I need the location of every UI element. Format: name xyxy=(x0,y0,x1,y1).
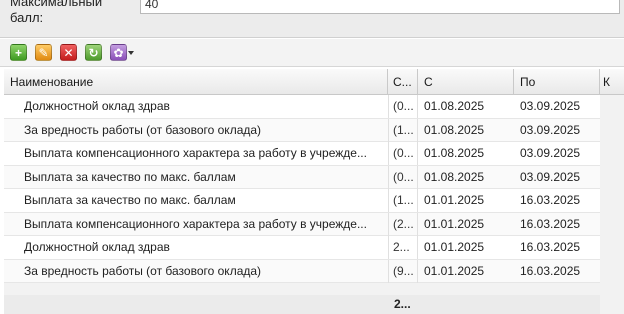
cell-from: 01.01.2025 xyxy=(424,240,485,254)
max-score-input[interactable]: 40 xyxy=(140,0,620,14)
settings-icon: ✿ xyxy=(113,45,124,60)
pager-label[interactable]: 2... xyxy=(394,297,411,311)
column-header-code[interactable]: С... xyxy=(388,69,418,95)
column-header-from[interactable]: С xyxy=(418,69,514,95)
cell-code: (1... xyxy=(388,189,418,212)
grid-rows: Должностной оклад здрав (0... 01.08.2025… xyxy=(4,95,600,283)
table-row[interactable]: За вредность работы (от базового оклада)… xyxy=(4,118,600,142)
cell-to: 03.09.2025 xyxy=(520,122,581,137)
cell-to: 16.03.2025 xyxy=(520,263,581,278)
cell-name: За вредность работы (от базового оклада) xyxy=(24,122,262,137)
table-row[interactable]: Должностной оклад здрав (0... 01.08.2025… xyxy=(4,95,600,119)
table-row[interactable]: Выплата за качество по макс. баллам (1..… xyxy=(4,189,600,213)
edit-button[interactable]: ✎ xyxy=(35,44,52,61)
cell-name: Выплата за качество по макс. баллам xyxy=(24,169,236,184)
grid-side-gutter xyxy=(600,95,624,285)
max-score-label: Максимальный балл: xyxy=(10,0,103,25)
add-button[interactable]: + xyxy=(10,44,27,61)
refresh-icon: ↻ xyxy=(88,45,99,60)
refresh-button[interactable]: ↻ xyxy=(85,44,102,61)
cell-from: 01.01.2025 xyxy=(424,216,485,231)
cell-to: 16.03.2025 xyxy=(520,240,581,254)
cell-name: За вредность работы (от базового оклада) xyxy=(24,263,262,278)
cell-to: 03.09.2025 xyxy=(520,169,581,184)
table-row[interactable]: Выплата компенсационного характера за ра… xyxy=(4,212,600,236)
grid-header: Наименование С... С По К xyxy=(4,69,624,95)
delete-icon: ✕ xyxy=(63,45,74,60)
cell-to: 03.09.2025 xyxy=(520,99,581,113)
cell-name: Должностной оклад здрав xyxy=(24,240,170,254)
cell-code: (9... xyxy=(388,259,418,283)
delete-button[interactable]: ✕ xyxy=(60,44,77,61)
cell-name: Выплата за качество по макс. баллам xyxy=(24,193,236,207)
cell-code: (0... xyxy=(388,165,418,189)
grid-pager: 2... xyxy=(4,295,600,314)
cell-from: 01.08.2025 xyxy=(424,146,485,160)
cell-from: 01.01.2025 xyxy=(424,193,485,207)
table-row[interactable]: За вредность работы (от базового оклада)… xyxy=(4,259,600,283)
data-grid: Наименование С... С По К Должностной окл… xyxy=(4,69,624,314)
cell-to: 16.03.2025 xyxy=(520,193,581,207)
cell-code: 2... xyxy=(388,236,418,259)
cell-code: (1... xyxy=(388,118,418,142)
column-header-name[interactable]: Наименование xyxy=(4,69,388,95)
cell-name: Выплата компенсационного характера за ра… xyxy=(24,216,367,231)
cell-code: (0... xyxy=(388,95,418,118)
cell-name: Должностной оклад здрав xyxy=(24,99,170,113)
cell-to: 03.09.2025 xyxy=(520,146,581,160)
cell-to: 16.03.2025 xyxy=(520,216,581,231)
column-header-extra[interactable]: К xyxy=(600,69,624,95)
cell-name: Выплата компенсационного характера за ра… xyxy=(24,146,367,160)
edit-icon: ✎ xyxy=(38,45,49,60)
cell-from: 01.01.2025 xyxy=(424,263,485,278)
cell-code: (0... xyxy=(388,142,418,165)
cell-code: (2... xyxy=(388,212,418,236)
grid-toolbar: + ✎ ✕ ↻ ✿ xyxy=(0,39,624,67)
settings-button[interactable]: ✿ xyxy=(110,44,127,61)
table-row[interactable]: Выплата за качество по макс. баллам (0..… xyxy=(4,165,600,189)
table-row[interactable]: Выплата компенсационного характера за ра… xyxy=(4,142,600,166)
cell-from: 01.08.2025 xyxy=(424,169,485,184)
add-icon: + xyxy=(14,45,22,60)
column-header-to[interactable]: По xyxy=(514,69,600,95)
cell-from: 01.08.2025 xyxy=(424,122,485,137)
form-area: Максимальный балл: 40 xyxy=(0,0,624,38)
chevron-down-icon[interactable] xyxy=(128,51,134,55)
cell-from: 01.08.2025 xyxy=(424,99,485,113)
table-row[interactable]: Должностной оклад здрав 2... 01.01.2025 … xyxy=(4,236,600,260)
